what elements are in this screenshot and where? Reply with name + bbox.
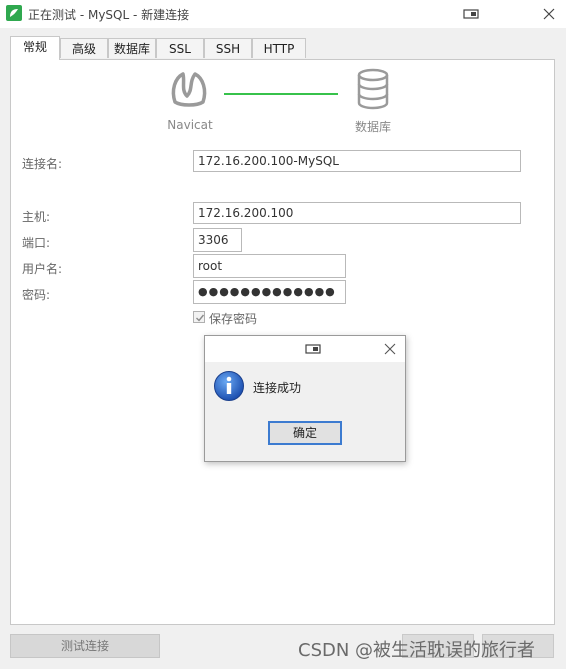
port-label: 端口: [22,236,51,250]
connection-line [224,93,338,95]
new-connection-window: 正在测试 - MySQL - 新建连接 常规 高级 数据库 SSL SSH HT… [0,0,566,669]
tab-http[interactable]: HTTP [252,38,306,58]
navicat-logo-icon [167,66,211,110]
tab-ssh[interactable]: SSH [204,38,252,58]
connection-name-input[interactable]: 172.16.200.100-MySQL [193,150,521,172]
test-connection-button[interactable]: 测试连接 [10,634,160,658]
password-input[interactable]: ●●●●●●●●●●●●● [193,280,346,304]
window-title: 正在测试 - MySQL - 新建连接 [28,8,190,22]
host-input[interactable]: 172.16.200.100 [193,202,521,224]
tab-general[interactable]: 常规 [10,36,60,60]
host-label: 主机: [22,210,51,224]
save-password-checkbox[interactable] [193,311,205,323]
dialog-title-bar [205,336,405,362]
database-label: 数据库 [354,120,391,134]
watermark-text: CSDN @被生活耽误的旅行者 [298,640,536,661]
dialog-body: 连接成功 确定 [205,362,405,461]
tab-advanced[interactable]: 高级 [60,38,108,58]
password-label: 密码: [22,288,51,302]
info-icon [213,370,245,402]
dialog-restore-icon[interactable] [305,342,321,356]
tab-ssl[interactable]: SSL [156,38,204,58]
database-icon [355,68,391,110]
restore-window-icon[interactable] [462,6,480,22]
save-password-label: 保存密码 [209,312,258,326]
connection-success-dialog: 连接成功 确定 [204,335,406,462]
port-input[interactable]: 3306 [193,228,242,252]
connection-name-label: 连接名: [22,157,63,171]
navicat-app-icon [6,5,22,21]
username-label: 用户名: [22,262,63,276]
dialog-close-icon[interactable] [383,342,397,356]
dialog-ok-button[interactable]: 确定 [268,421,342,445]
title-bar: 正在测试 - MySQL - 新建连接 [0,0,566,28]
tab-database[interactable]: 数据库 [108,38,156,58]
username-input[interactable]: root [193,254,346,278]
dialog-message: 连接成功 [253,381,302,395]
navicat-label: Navicat [167,118,213,132]
close-window-icon[interactable] [540,6,558,22]
